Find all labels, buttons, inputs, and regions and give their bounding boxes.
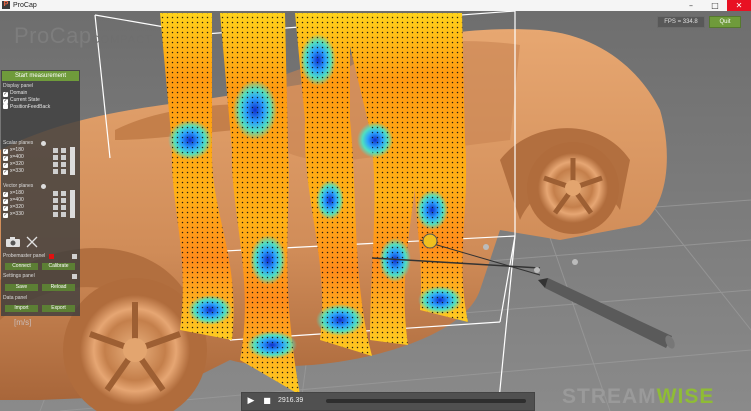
vector-plane-item[interactable]: ✓ x=320 xyxy=(3,204,67,211)
checkbox-icon[interactable]: ✓ xyxy=(3,170,8,175)
procap-logo: ProCapCOMPACT xyxy=(14,23,153,48)
display-item-current-state[interactable]: ✓ Current State xyxy=(3,97,40,104)
edit-icon[interactable] xyxy=(72,274,77,279)
edit-icon[interactable] xyxy=(61,162,66,167)
minimize-button[interactable]: – xyxy=(679,0,703,11)
settings-panel-header: Settings panel xyxy=(3,273,35,279)
3d-viewport[interactable] xyxy=(0,11,751,411)
scalar-planes-header: Scalar planes xyxy=(3,140,34,146)
display-panel-header: Display panel xyxy=(3,83,34,89)
trash-icon[interactable] xyxy=(53,205,58,210)
edit-icon[interactable] xyxy=(61,155,66,160)
vector-plane-item[interactable]: ✓ x=330 xyxy=(3,211,67,218)
vector-plane-item[interactable]: ✓ x=180 xyxy=(3,190,67,197)
export-button[interactable]: Export xyxy=(42,305,75,312)
close-button[interactable]: ✕ xyxy=(727,0,751,11)
scalar-plane-item[interactable]: ✓ x=180 xyxy=(3,147,67,154)
trash-icon[interactable] xyxy=(53,169,58,174)
trash-icon[interactable] xyxy=(53,155,58,160)
timeline-slider[interactable] xyxy=(326,399,526,403)
rear-wheel xyxy=(527,142,619,234)
add-plane-icon[interactable] xyxy=(41,141,46,146)
streamwise-logo: STREAMWISE xyxy=(562,385,715,408)
save-button[interactable]: Save xyxy=(5,284,38,291)
scalar-scrollbar[interactable] xyxy=(70,147,75,175)
checkbox-icon[interactable] xyxy=(3,104,8,109)
vector-scrollbar[interactable] xyxy=(70,190,75,218)
trash-icon[interactable] xyxy=(53,198,58,203)
connect-button[interactable]: Connect xyxy=(5,263,38,270)
edit-icon[interactable] xyxy=(61,212,66,217)
time-readout: 2916.39 xyxy=(278,397,304,404)
status-indicator xyxy=(49,254,54,259)
edit-icon[interactable] xyxy=(72,254,77,259)
playback-bar: ▶ ■ 2916.39 xyxy=(241,392,535,411)
control-panel: Start measurement Display panel ✓ Domain … xyxy=(1,70,80,316)
camera-icon[interactable] xyxy=(5,236,39,248)
reload-button[interactable]: Reload xyxy=(42,284,75,291)
trash-icon[interactable] xyxy=(53,148,58,153)
import-button[interactable]: Import xyxy=(5,305,38,312)
play-icon[interactable]: ▶ xyxy=(246,396,256,406)
start-measurement-button[interactable]: Start measurement xyxy=(2,71,79,81)
vector-plane-item[interactable]: ✓ x=400 xyxy=(3,197,67,204)
data-panel-header: Data panel xyxy=(3,295,28,301)
scalar-plane-item[interactable]: ✓ x=400 xyxy=(3,154,67,161)
vector-planes-header: Vector planes xyxy=(3,183,34,189)
edit-icon[interactable] xyxy=(61,169,66,174)
stop-icon[interactable]: ■ xyxy=(262,396,272,406)
scalar-plane-item[interactable]: ✓ x=320 xyxy=(3,161,67,168)
window-title: ProCap xyxy=(13,2,37,9)
speed-unit-label: [m/s] xyxy=(14,318,32,327)
scalar-plane-item[interactable]: ✓ x=330 xyxy=(3,168,67,175)
display-item-domain[interactable]: ✓ Domain xyxy=(3,90,27,97)
trash-icon[interactable] xyxy=(53,162,58,167)
add-plane-icon[interactable] xyxy=(41,184,46,189)
checkbox-icon[interactable]: ✓ xyxy=(3,213,8,218)
calibrate-button[interactable]: Calibrate xyxy=(42,263,75,270)
trash-icon[interactable] xyxy=(53,212,58,217)
probemaster-panel-header: Probemaster panel xyxy=(3,253,46,259)
edit-icon[interactable] xyxy=(61,148,66,153)
quit-button[interactable]: Quit xyxy=(709,16,741,28)
edit-icon[interactable] xyxy=(61,191,66,196)
display-item-position-feedback[interactable]: PositionFeedBack xyxy=(3,104,50,111)
edit-icon[interactable] xyxy=(61,198,66,203)
maximize-button[interactable]: □ xyxy=(703,0,727,11)
trash-icon[interactable] xyxy=(53,191,58,196)
app-icon: P xyxy=(2,1,10,9)
fps-readout: FPS = 334.8 xyxy=(657,16,705,28)
edit-icon[interactable] xyxy=(61,205,66,210)
